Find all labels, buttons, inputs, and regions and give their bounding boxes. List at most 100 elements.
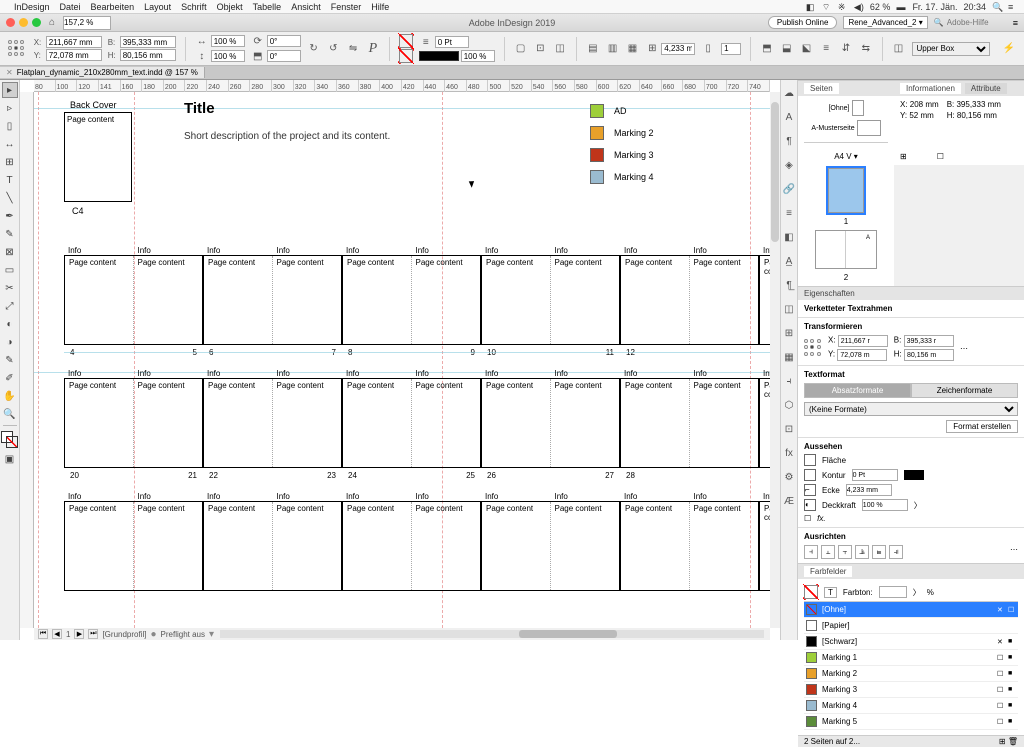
menu-icon[interactable]: ≡ <box>1013 18 1018 28</box>
master-a[interactable]: A-Musterseite <box>811 125 854 132</box>
wrap-none-icon[interactable]: ▢ <box>514 42 528 56</box>
stroke-sw[interactable] <box>804 469 816 481</box>
gap-tool[interactable]: ↔ <box>2 136 18 152</box>
view-zoom-field[interactable] <box>63 16 111 30</box>
valign-mid-icon[interactable]: ⬓ <box>780 42 794 56</box>
opacity-sw[interactable]: ◐ <box>804 499 816 511</box>
page-thumb-1[interactable] <box>828 168 864 213</box>
page-number-field[interactable]: 1 <box>66 630 70 639</box>
next-page-icon[interactable]: ▶ <box>74 629 84 639</box>
menu-layout[interactable]: Layout <box>144 2 171 12</box>
pen-tool[interactable]: ✒ <box>2 208 18 224</box>
zoom-window-icon[interactable] <box>32 18 41 27</box>
shear-input[interactable] <box>267 50 301 62</box>
stroke-panel-icon[interactable]: ≡ <box>782 208 796 222</box>
rotate-ccw-icon[interactable]: ↺ <box>326 42 340 56</box>
help-search-input[interactable] <box>947 18 1007 27</box>
hand-tool[interactable]: ✋ <box>2 388 18 404</box>
align-b-icon[interactable]: ⫣ <box>889 545 903 559</box>
fx-icon[interactable]: ☐ <box>804 514 811 523</box>
swatch-row[interactable]: [Passermarken]✕⊕ <box>804 730 1018 731</box>
cols-input[interactable] <box>721 43 741 55</box>
thumb-frame[interactable]: Page contentPage content <box>203 378 342 468</box>
par-styles-icon[interactable]: ¶̲ <box>782 280 796 294</box>
format-erstellen-button[interactable]: Format erstellen <box>946 420 1018 433</box>
align-c-icon[interactable]: ⫠ <box>821 545 835 559</box>
distribute-h-icon[interactable]: ⇵ <box>839 42 853 56</box>
control-center-icon[interactable]: ≡ <box>1008 2 1018 12</box>
swatch-row[interactable]: Marking 3☐■ <box>804 682 1018 698</box>
menu-bearbeiten[interactable]: Bearbeiten <box>91 2 135 12</box>
thumb-frame[interactable]: Page contentPage content <box>203 501 342 591</box>
color-panel-icon[interactable]: ◧ <box>782 232 796 246</box>
thumb-frame[interactable]: Page contentPage content <box>64 255 203 345</box>
menu-tabelle[interactable]: Tabelle <box>253 2 282 12</box>
master-none[interactable]: [Ohne] <box>828 105 849 112</box>
kontur-input[interactable] <box>852 469 898 481</box>
rectangle-tool[interactable]: ▭ <box>2 262 18 278</box>
frame-fit-icon[interactable]: ◫ <box>892 42 906 56</box>
character-icon[interactable]: A <box>782 112 796 126</box>
trans-y[interactable] <box>837 349 887 361</box>
close-tab-icon[interactable]: ✕ <box>6 68 13 77</box>
menu-objekt[interactable]: Objekt <box>217 2 243 12</box>
thumb-frame[interactable]: Page contentPage content <box>620 501 759 591</box>
valign-top-icon[interactable]: ⬒ <box>760 42 774 56</box>
pencil-tool[interactable]: ✎ <box>2 226 18 242</box>
thumb-frame[interactable]: Page contentPage content <box>342 501 481 591</box>
valign-bot-icon[interactable]: ⬕ <box>800 42 814 56</box>
x-input[interactable] <box>46 36 102 48</box>
content-collector-tool[interactable]: ⊞ <box>2 154 18 170</box>
links-icon[interactable]: 🔗 <box>782 184 796 198</box>
ecke-input[interactable] <box>846 484 892 496</box>
valign-just-icon[interactable]: ≡ <box>819 42 833 56</box>
farbfelder-tab[interactable]: Farbfelder <box>804 566 852 577</box>
thumb-frame[interactable]: Page contentPage content <box>620 378 759 468</box>
text-wrap-icon[interactable]: ⊡ <box>782 424 796 438</box>
first-page-icon[interactable]: ⏮ <box>38 629 48 639</box>
trans-ref-grid[interactable] <box>804 339 822 357</box>
trans-h[interactable] <box>904 349 954 361</box>
char-styles-icon[interactable]: A̲ <box>782 256 796 270</box>
layers-icon[interactable]: ◈ <box>782 160 796 174</box>
page-tool[interactable]: ▯ <box>2 118 18 134</box>
menu-indesign[interactable]: InDesign <box>14 2 50 12</box>
status-cloud-icon[interactable]: ◧ <box>806 2 816 12</box>
glyphs-icon[interactable]: Æ <box>782 496 796 510</box>
swatch-row[interactable]: Marking 1☐■ <box>804 650 1018 666</box>
swatch-row[interactable]: [Papier] <box>804 618 1018 634</box>
align-m-icon[interactable]: ⫢ <box>872 545 886 559</box>
thumb-frame[interactable]: Page contentPage content <box>481 255 620 345</box>
pages-tab[interactable]: Seiten <box>804 83 839 94</box>
rotate-cw-icon[interactable]: ↻ <box>307 42 321 56</box>
scripts-icon[interactable]: ⚙ <box>782 472 796 486</box>
swatch-row[interactable]: Marking 5☐■ <box>804 714 1018 730</box>
swatch-row[interactable]: Marking 2☐■ <box>804 666 1018 682</box>
align-r-icon[interactable]: ⫟ <box>838 545 852 559</box>
effects-icon[interactable]: fx <box>782 448 796 462</box>
thumb-frame[interactable]: Page contentPage content <box>64 378 203 468</box>
menu-schrift[interactable]: Schrift <box>181 2 207 12</box>
thumb-frame[interactable]: Page contentPage content <box>620 255 759 345</box>
align-center-icon[interactable]: ▥ <box>606 42 620 56</box>
view-mode-icon[interactable]: ▣ <box>2 451 18 467</box>
zoom-tool[interactable]: 🔍 <box>2 406 18 422</box>
w-input[interactable] <box>120 36 176 48</box>
menu-fenster[interactable]: Fenster <box>331 2 362 12</box>
thumb-frame[interactable]: Page contentPage content <box>342 378 481 468</box>
scrollbar-horizontal[interactable] <box>220 630 764 638</box>
more-options-icon[interactable]: ⋯ <box>960 344 968 353</box>
note-tool[interactable]: ✎ <box>2 352 18 368</box>
paragraph-panel-icon[interactable]: ¶ <box>782 136 796 150</box>
rectangle-frame-tool[interactable]: ⊠ <box>2 244 18 260</box>
last-page-icon[interactable]: ⏭ <box>88 629 98 639</box>
direct-selection-tool[interactable]: ▹ <box>2 100 18 116</box>
swatch-fillstroke[interactable] <box>804 585 818 599</box>
align-t-icon[interactable]: ⫡ <box>855 545 869 559</box>
scissors-tool[interactable]: ✂ <box>2 280 18 296</box>
canvas[interactable]: Back Cover Page content C4 Title Short d… <box>34 92 770 628</box>
publish-online-button[interactable]: Publish Online <box>768 16 838 29</box>
corner-sw[interactable]: ⌐ <box>804 484 816 496</box>
reference-point-grid[interactable] <box>8 40 26 58</box>
distribute-v-icon[interactable]: ⇆ <box>859 42 873 56</box>
